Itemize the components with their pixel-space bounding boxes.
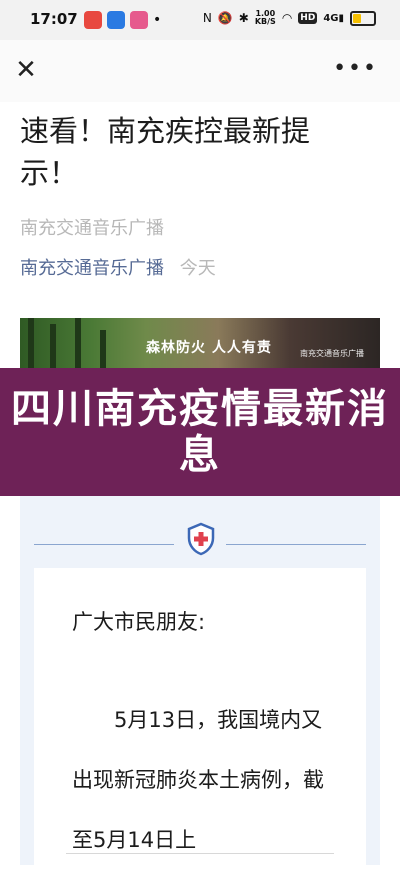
close-button[interactable]: ✕ [14, 55, 38, 85]
bluetooth-icon: ✱ [238, 11, 249, 25]
status-bar: 17:07 • N 🔕 ✱ 1.00 KB/S ◠ HD 4G▮ [0, 0, 400, 40]
article-title: 速看！南充疾控最新提示！ [20, 114, 311, 190]
tree-decoration [75, 318, 81, 370]
account-link[interactable]: 南充交通音乐广播 [20, 258, 164, 279]
banner-credit: 南充交通音乐广播 [300, 349, 364, 358]
wifi-icon: ◠ [281, 11, 293, 25]
status-time: 17:07 [30, 10, 78, 28]
notification-icons: • [84, 11, 161, 29]
network-speed: 1.00 KB/S [255, 10, 276, 26]
close-icon: ✕ [15, 55, 37, 85]
divider-right [226, 544, 366, 545]
overlay-headline: 四川南充疫情最新消息 [11, 386, 389, 478]
video-app-icon [84, 11, 102, 29]
tree-decoration [50, 324, 56, 370]
medical-shield-icon [187, 522, 215, 556]
signal-icon: 4G▮ [323, 12, 344, 24]
account-name: 南充交通音乐广播 [20, 218, 164, 239]
more-icon: ••• [333, 56, 378, 81]
forest-fire-banner: 森林防火 人人有责 南充交通音乐广播 [20, 318, 380, 370]
notice-content: 广大市民朋友: 5月13日，我国境内又出现新冠肺炎本土病例，截至5月14日上 [34, 568, 366, 865]
battery-level [353, 13, 362, 23]
notice-body: 5月13日，我国境内又出现新冠肺炎本土病例，截至5月14日上 [72, 708, 324, 852]
tree-decoration [28, 318, 34, 370]
status-indicators: N 🔕 ✱ 1.00 KB/S ◠ HD 4G▮ [203, 10, 376, 26]
notice-card: 广大市民朋友: 5月13日，我国境内又出现新冠肺炎本土病例，截至5月14日上 [20, 496, 380, 865]
notice-greeting: 广大市民朋友: [72, 610, 206, 634]
bottom-divider [66, 853, 334, 866]
post-date: 今天 [179, 258, 216, 279]
hd-badge: HD [298, 12, 318, 24]
signal-label: 4G [323, 12, 339, 24]
account-meta: 南充交通音乐广播 今天 [20, 254, 216, 280]
banner-slogan: 森林防火 人人有责 [146, 340, 272, 356]
dot-icon: • [153, 12, 162, 28]
divider-left [34, 544, 174, 545]
nfc-icon: N [202, 11, 212, 25]
battery-icon [350, 10, 376, 26]
network-speed-unit: KB/S [254, 17, 276, 26]
shopping-app-icon [130, 11, 148, 29]
mute-icon: 🔕 [217, 11, 233, 25]
browser-app-icon [107, 11, 125, 29]
tree-decoration [100, 330, 106, 370]
headline-overlay: 四川南充疫情最新消息 [0, 368, 400, 496]
nav-bar: ✕ ••• [0, 40, 400, 102]
more-options-button[interactable]: ••• [333, 56, 378, 81]
